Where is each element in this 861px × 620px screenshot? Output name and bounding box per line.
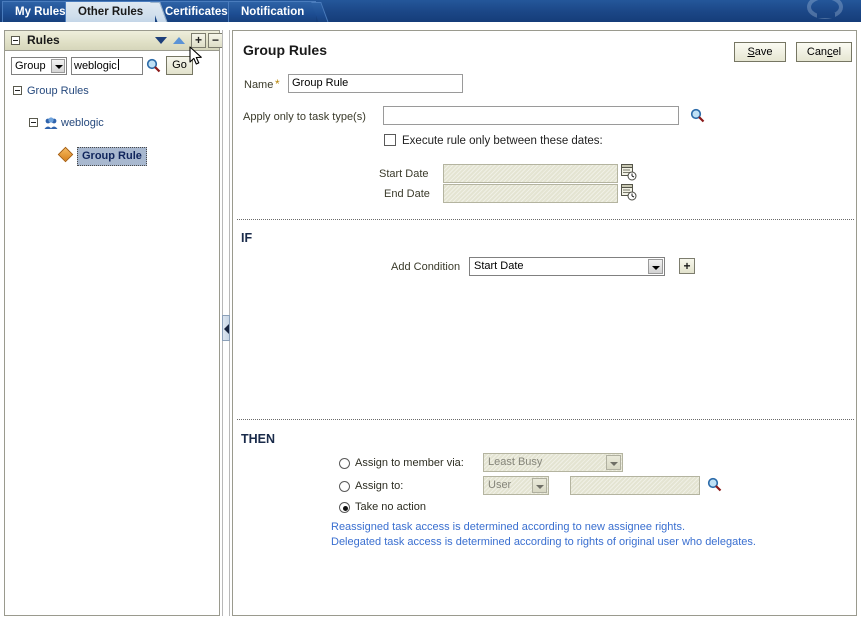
member-via-value: Least Busy: [488, 456, 543, 468]
calendar-clock-icon[interactable]: [621, 164, 637, 181]
end-date-field[interactable]: [443, 184, 618, 203]
add-condition-value: Start Date: [474, 260, 524, 272]
assign-to-radio[interactable]: [339, 481, 350, 492]
tab-certificates-label: Certificates: [165, 6, 228, 18]
assign-to-type-value: User: [488, 479, 512, 491]
tab-notification-label: Notification: [241, 6, 305, 18]
page-title: Group Rules: [243, 42, 328, 58]
tree-node-label-selected[interactable]: Group Rule: [77, 147, 147, 166]
tree-node-group-rules[interactable]: Group Rules: [5, 83, 219, 99]
assign-to-member-radio[interactable]: [339, 458, 350, 469]
name-field-value: Group Rule: [292, 77, 349, 89]
if-section-heading: IF: [241, 231, 253, 245]
rules-panel-header: Rules + −: [5, 31, 223, 51]
section-divider: [237, 219, 854, 220]
rules-panel-title: Rules: [27, 33, 60, 47]
execute-between-dates-checkbox[interactable]: [384, 134, 396, 146]
take-no-action-radio[interactable]: [339, 502, 350, 513]
rules-tree: Group Rules weblogic Group Rule: [5, 83, 219, 166]
triangle-up-icon[interactable]: [173, 37, 185, 44]
search-input-value: weblogic: [74, 60, 117, 72]
minus-box-icon[interactable]: [29, 118, 38, 127]
assign-to-member-label[interactable]: Assign to member via:: [355, 457, 464, 469]
rules-search-row: Group weblogic Go: [5, 52, 219, 82]
tab-my-rules-label: My Rules: [15, 6, 66, 18]
tab-other-rules[interactable]: Other Rules: [65, 1, 169, 22]
section-divider: [237, 419, 854, 420]
assign-to-type-select[interactable]: User: [483, 476, 549, 495]
tree-node-label[interactable]: Group Rules: [27, 83, 89, 99]
name-field[interactable]: Group Rule: [288, 74, 463, 93]
diamond-icon: [57, 146, 74, 163]
task-types-label: Apply only to task type(s): [243, 111, 366, 123]
tab-other-rules-label: Other Rules: [78, 6, 144, 18]
cancel-button[interactable]: Cancel: [796, 42, 852, 62]
execute-between-dates-label: Execute rule only between these dates:: [402, 135, 603, 147]
triangle-left-icon[interactable]: [222, 315, 230, 341]
work-area: Rules + − Group weblogic Go Group Rules …: [0, 22, 861, 620]
reassigned-info-text: Reassigned task access is determined acc…: [331, 521, 686, 533]
calendar-clock-icon[interactable]: [621, 184, 637, 201]
start-date-label: Start Date: [379, 168, 429, 180]
rules-panel: Rules + − Group weblogic Go Group Rules …: [4, 30, 223, 616]
tree-node-label[interactable]: weblogic: [61, 115, 104, 131]
chevron-down-icon: [51, 59, 65, 73]
add-condition-select[interactable]: Start Date: [469, 257, 665, 276]
then-section-heading: THEN: [241, 432, 276, 446]
add-condition-button[interactable]: +: [679, 258, 695, 274]
member-via-select[interactable]: Least Busy: [483, 453, 623, 472]
remove-rule-button[interactable]: −: [208, 33, 223, 48]
add-condition-label: Add Condition: [391, 261, 461, 273]
required-mark: *: [275, 77, 280, 91]
add-rule-button[interactable]: +: [191, 33, 206, 48]
text-caret: [117, 59, 119, 70]
search-scope-select[interactable]: Group: [11, 57, 67, 75]
oracle-logo-icon: [807, 0, 843, 19]
rule-editor-panel: Group Rules Save Cancel Name * Group Rul…: [232, 30, 857, 616]
search-icon[interactable]: [707, 477, 722, 492]
assign-to-label[interactable]: Assign to:: [355, 480, 403, 492]
search-scope-value: Group: [15, 60, 46, 72]
chevron-down-icon: [532, 478, 547, 493]
tab-notification[interactable]: Notification: [228, 1, 330, 22]
chevron-down-icon: [606, 455, 621, 470]
minus-box-icon[interactable]: [11, 36, 20, 45]
take-no-action-label[interactable]: Take no action: [355, 501, 426, 513]
tab-bar: My Rules Other Rules Certificates Notifi…: [0, 0, 861, 22]
delegated-info-text: Delegated task access is determined acco…: [331, 536, 756, 548]
end-date-label: End Date: [384, 188, 430, 200]
start-date-field[interactable]: [443, 164, 618, 183]
tree-node-group-rule[interactable]: Group Rule: [5, 146, 219, 166]
tree-node-weblogic[interactable]: weblogic: [5, 115, 219, 131]
application-window: My Rules Other Rules Certificates Notifi…: [0, 0, 861, 620]
assign-to-field[interactable]: [570, 476, 700, 495]
name-label: Name: [244, 79, 274, 91]
go-button[interactable]: Go: [166, 56, 193, 75]
triangle-down-icon[interactable]: [155, 37, 167, 44]
panel-splitter[interactable]: [222, 30, 230, 616]
tab-skew: [311, 2, 330, 22]
group-icon: [44, 117, 58, 129]
search-icon[interactable]: [146, 58, 161, 73]
search-input[interactable]: weblogic: [71, 57, 143, 75]
task-types-field[interactable]: [383, 106, 679, 125]
chevron-down-icon: [648, 259, 663, 274]
save-button[interactable]: Save: [734, 42, 786, 62]
minus-box-icon[interactable]: [13, 86, 22, 95]
search-icon[interactable]: [690, 108, 705, 123]
